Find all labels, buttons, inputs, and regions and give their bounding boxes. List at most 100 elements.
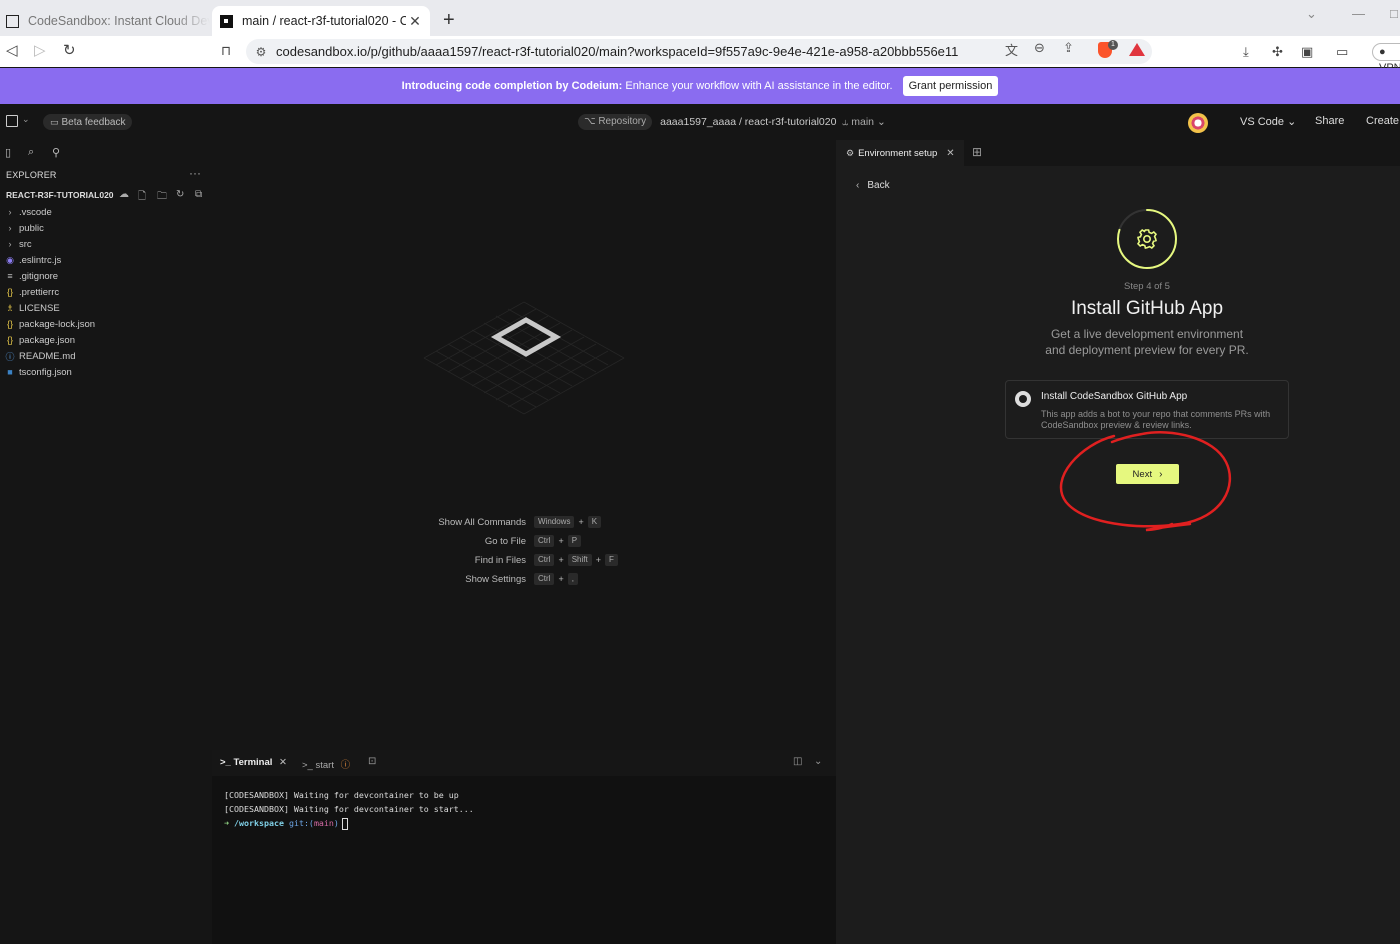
eslint-icon: ◉ — [6, 254, 14, 265]
codesandbox-favicon-icon — [6, 14, 19, 28]
next-label: Next — [1132, 468, 1153, 480]
add-tab-icon[interactable]: ⊞ — [972, 145, 982, 159]
forward-arrow-icon[interactable]: ▷ — [34, 42, 46, 60]
share-button[interactable]: Share — [1315, 115, 1344, 127]
tab-search-chevron-icon[interactable]: ⌄ — [1306, 6, 1317, 22]
back-button[interactable]: ‹ Back — [856, 180, 890, 191]
translate-icon[interactable]: 文 — [1005, 40, 1018, 59]
plus-separator: + — [558, 536, 564, 546]
branch-selector[interactable]: ⥿ main ⌄ — [842, 116, 885, 129]
chevron-down-icon[interactable]: ⌄ — [22, 114, 30, 125]
back-arrow-icon[interactable]: ◁ — [6, 42, 18, 60]
shortcut-label: Show All Commands — [438, 516, 526, 528]
codesandbox-grid-logo-icon — [423, 301, 625, 415]
refresh-icon[interactable]: ↻ — [176, 189, 184, 200]
file-tree-item[interactable]: › public — [0, 220, 212, 236]
split-panel-icon[interactable]: ◫ — [793, 756, 802, 767]
install-github-app-card[interactable]: Install CodeSandbox GitHub App This app … — [1005, 380, 1289, 439]
create-button[interactable]: Create — [1366, 115, 1399, 127]
site-settings-icon[interactable]: ⚙ — [246, 45, 276, 59]
close-terminal-icon[interactable]: ✕ — [279, 757, 287, 768]
file-name: public — [19, 222, 44, 234]
vscode-button[interactable]: VS Code ⌄ — [1240, 115, 1296, 128]
terminal-panel: >_ Terminal ✕ >_ start ⓘ ⊡ ◫ ⌄ [CODESAND… — [212, 750, 836, 944]
source-control-icon[interactable]: ⚲ — [52, 146, 60, 159]
file-tree-item[interactable]: {} package.json — [0, 332, 212, 348]
browser-tab-active[interactable]: main / react-r3f-tutorial020 - CodeSandb… — [212, 6, 430, 36]
shortcut-keys: Ctrl + Shift + F — [534, 554, 618, 566]
terminal-add-icon[interactable]: ⊡ — [368, 756, 376, 767]
download-icon[interactable]: ⤓ — [1243, 44, 1249, 60]
tab-label: Environment setup — [858, 147, 938, 159]
vpn-button[interactable]: ● VPN — [1372, 43, 1400, 74]
close-tab-icon[interactable]: ✕ — [946, 148, 954, 159]
card-description: This app adds a bot to your repo that co… — [1041, 409, 1271, 430]
key-cap: Windows — [534, 516, 575, 528]
lines-icon: ≡ — [7, 271, 13, 281]
shortcut-row: Find in Files Ctrl + Shift + F — [212, 553, 836, 567]
terminal-prompt: ➜ /workspace git:(main) — [224, 816, 474, 830]
start-tab[interactable]: >_ start ⓘ — [302, 757, 350, 771]
sidebar-toggle-icon[interactable]: ▣ — [1301, 44, 1313, 60]
repo-path[interactable]: aaaa1597_aaaa / react-r3f-tutorial020 — [660, 116, 836, 128]
file-tree-item[interactable]: ⓘ README.md — [0, 348, 212, 364]
file-tree-item[interactable]: ■ tsconfig.json — [0, 364, 212, 380]
extensions-icon[interactable]: ✣ — [1272, 44, 1283, 60]
next-button[interactable]: Next › — [1116, 464, 1179, 484]
file-tree-item[interactable]: {} .prettierrc — [0, 284, 212, 300]
beta-feedback-button[interactable]: ▭ Beta feedback — [43, 114, 133, 130]
prompt-arrow: ➜ — [224, 818, 229, 828]
files-icon[interactable]: ▯ — [5, 146, 11, 159]
chevron-right-icon: › — [8, 223, 12, 233]
wallet-icon[interactable]: ▭ — [1336, 44, 1348, 60]
file-tree-item[interactable]: ◉ .eslintrc.js — [0, 252, 212, 268]
file-tree-item[interactable]: › src — [0, 236, 212, 252]
braces-icon: {} — [6, 287, 13, 297]
chevron-down-icon[interactable]: ⌄ — [814, 756, 822, 767]
tab-environment-setup[interactable]: ⚙ Environment setup ✕ — [836, 140, 964, 166]
file-tree-item[interactable]: ♗ LICENSE — [0, 300, 212, 316]
file-name: tsconfig.json — [19, 366, 72, 378]
project-name[interactable]: REACT-R3F-TUTORIAL020 — [6, 190, 114, 200]
key-cap: Ctrl — [534, 573, 555, 585]
menu-square-icon[interactable] — [6, 115, 18, 127]
repository-tag-label: Repository — [598, 116, 647, 127]
chevron-right-icon: › — [1159, 468, 1163, 480]
shortcut-keys: Ctrl +, — [534, 573, 578, 585]
chevron-right-icon: › — [8, 207, 12, 217]
browser-tab-codesandbox-home[interactable]: CodeSandbox: Instant Cloud Development E… — [0, 6, 210, 36]
terminal-line: [CODESANDBOX] Waiting for devcontainer t… — [224, 790, 459, 800]
plus-separator: + — [558, 574, 564, 584]
zoom-icon[interactable]: ⊖ — [1034, 40, 1045, 56]
cloud-upload-icon[interactable]: ☁ — [119, 189, 129, 200]
codesandbox-favicon-icon — [220, 14, 233, 28]
grant-permission-button[interactable]: Grant permission — [902, 76, 999, 96]
reload-icon[interactable]: ↻ — [63, 42, 76, 60]
collapse-all-icon[interactable]: ⧉ — [195, 189, 202, 200]
bookmark-icon[interactable]: ⊓ — [221, 42, 231, 60]
chevron-right-icon: › — [8, 239, 12, 249]
file-name: package.json — [19, 334, 75, 346]
codeium-banner: Introducing code completion by Codeium: … — [0, 68, 1400, 104]
share-icon[interactable]: ⇪ — [1063, 40, 1074, 56]
prompt-git: git:( — [288, 818, 314, 828]
file-tree-item[interactable]: › .vscode — [0, 204, 212, 220]
file-tree-item[interactable]: ≡ .gitignore — [0, 268, 212, 284]
more-actions-icon[interactable]: ··· — [189, 166, 201, 180]
terminal-output[interactable]: [CODESANDBOX] Waiting for devcontainer t… — [224, 788, 474, 830]
start-tab-label: start — [315, 760, 334, 771]
terminal-tab[interactable]: >_ Terminal ✕ — [220, 757, 287, 768]
shortcut-label: Find in Files — [474, 554, 526, 566]
brave-rewards-icon[interactable] — [1129, 43, 1145, 56]
file-name: .prettierrc — [19, 286, 60, 298]
plus-separator: + — [578, 517, 584, 527]
avatar[interactable] — [1188, 113, 1208, 133]
minimize-icon[interactable]: — — [1352, 6, 1365, 21]
search-icon[interactable]: ⌕ — [28, 146, 34, 159]
maximize-icon[interactable]: □ — [1390, 6, 1398, 21]
terminal-tabs: >_ Terminal ✕ >_ start ⓘ ⊡ ◫ ⌄ — [212, 750, 836, 776]
file-tree-item[interactable]: {} package-lock.json — [0, 316, 212, 332]
close-tab-icon[interactable]: ✕ — [406, 13, 424, 30]
new-tab-icon[interactable]: + — [443, 9, 455, 31]
tab-title: main / react-r3f-tutorial020 - CodeSandb… — [242, 14, 406, 28]
